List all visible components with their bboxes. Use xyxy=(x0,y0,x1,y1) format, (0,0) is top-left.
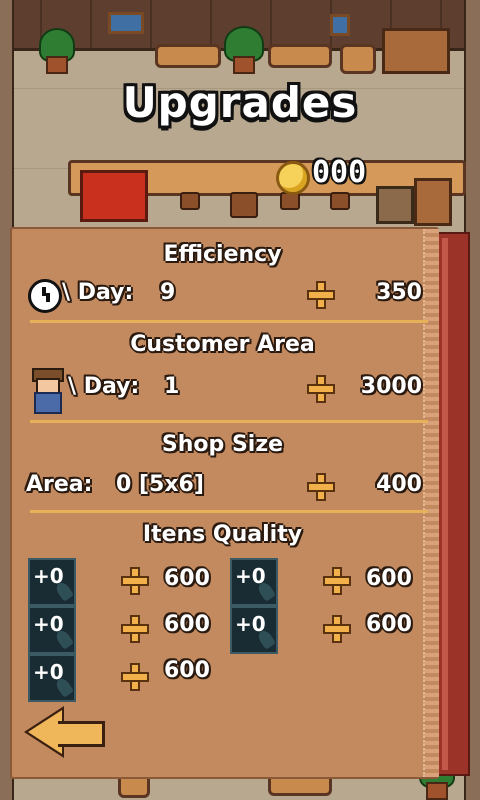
quality-item-cost: 600 xyxy=(164,612,210,637)
divider xyxy=(30,320,428,323)
page-title: Upgrades xyxy=(122,78,358,127)
customer-icon xyxy=(28,368,64,414)
efficiency-upgrade-plus-icon[interactable] xyxy=(306,280,336,310)
quality-item-plus-icon[interactable] xyxy=(120,662,150,692)
red-cabinet xyxy=(80,170,148,222)
quality-item-plus-icon[interactable] xyxy=(322,614,352,644)
coin-count: 000 xyxy=(312,155,367,190)
quality-item-cost: 600 xyxy=(366,612,412,637)
customer-area-upgrade-plus-icon[interactable] xyxy=(306,374,336,404)
efficiency-cost: 350 xyxy=(376,280,422,305)
quality-item-quill-icon[interactable]: +0 xyxy=(230,606,278,654)
customer-area-value: 1 xyxy=(164,374,180,399)
storage-chest xyxy=(376,186,414,224)
shop-size-value: 0 [5x6] xyxy=(116,472,204,497)
book-spine xyxy=(436,232,470,776)
stool xyxy=(180,192,200,210)
customer-area-title: Customer Area xyxy=(130,332,315,357)
quality-item-cost: 600 xyxy=(164,566,210,591)
quality-item-plus-icon[interactable] xyxy=(322,566,352,596)
round-table xyxy=(340,44,376,74)
divider xyxy=(30,420,428,423)
quality-item-plus-icon[interactable] xyxy=(120,614,150,644)
items-quality-title: Itens Quality xyxy=(142,522,303,547)
bench xyxy=(155,44,221,68)
efficiency-value: 9 xyxy=(160,280,176,305)
quality-item-quill-icon[interactable]: +0 xyxy=(28,606,76,654)
back-arrow-icon[interactable] xyxy=(24,706,106,758)
clock-icon xyxy=(28,279,62,313)
shop-size-title: Shop Size xyxy=(161,432,284,457)
painting-frame xyxy=(108,12,144,34)
customer-area-label: \ Day: xyxy=(68,374,140,399)
shop-size-upgrade-plus-icon[interactable] xyxy=(306,472,336,502)
quality-item-quill-icon[interactable]: +0 xyxy=(230,558,278,606)
quality-item-quill-icon[interactable]: +0 xyxy=(28,558,76,606)
shop-size-cost: 400 xyxy=(376,472,422,497)
efficiency-label: \ Day: xyxy=(62,280,134,305)
efficiency-title: Efficiency xyxy=(163,242,282,267)
drawer-crate xyxy=(414,178,452,226)
stool xyxy=(230,192,258,218)
shelf xyxy=(382,28,450,74)
stool xyxy=(330,192,350,210)
customer-area-cost: 3000 xyxy=(360,374,422,399)
potted-tree xyxy=(224,18,264,74)
quality-item-quill-icon[interactable]: +0 xyxy=(28,654,76,702)
potted-plant xyxy=(39,26,75,74)
shop-size-label: Area: xyxy=(26,472,93,497)
small-painting xyxy=(330,14,350,36)
divider xyxy=(30,510,428,513)
game-scene: Upgrades 000 Efficiency \ Day: 9 350 Cus… xyxy=(0,0,480,800)
coin-icon xyxy=(276,161,310,195)
quality-item-cost: 600 xyxy=(164,658,210,683)
quality-item-cost: 600 xyxy=(366,566,412,591)
bench xyxy=(268,44,332,68)
quality-item-plus-icon[interactable] xyxy=(120,566,150,596)
